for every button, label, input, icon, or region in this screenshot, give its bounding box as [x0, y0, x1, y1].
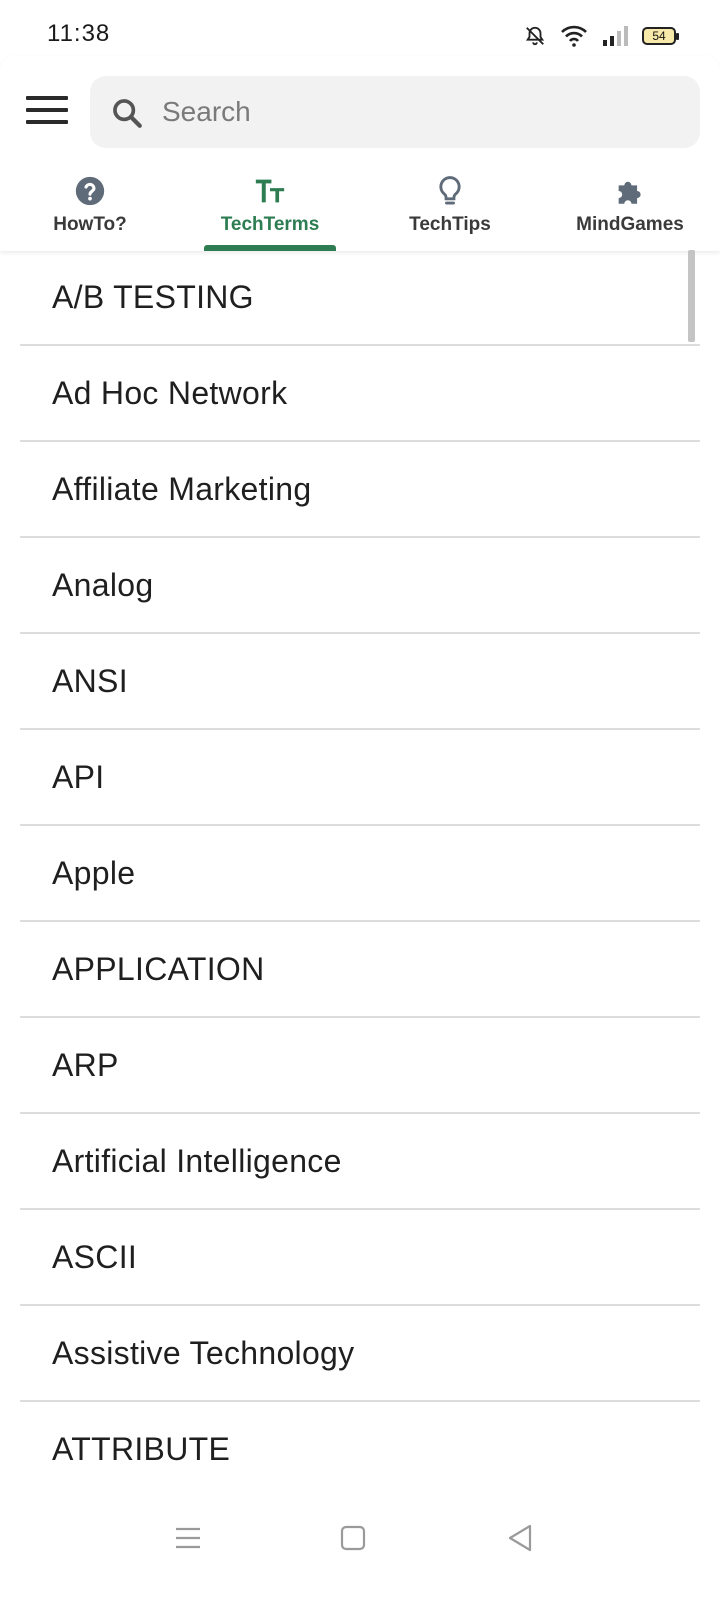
- tab-techterms[interactable]: TechTerms: [180, 166, 360, 251]
- term-list: A/B TESTING Ad Hoc Network Affiliate Mar…: [20, 250, 700, 1485]
- list-item[interactable]: Apple: [20, 826, 700, 922]
- status-time: 11:38: [47, 20, 111, 47]
- bell-off-icon: [525, 26, 545, 46]
- search-bar[interactable]: [90, 76, 700, 148]
- list-item[interactable]: Analog: [20, 538, 700, 634]
- list-item[interactable]: ARP: [20, 1018, 700, 1114]
- search-icon: [113, 99, 142, 128]
- list-item[interactable]: APPLICATION: [20, 922, 700, 1018]
- search-input[interactable]: [160, 90, 680, 134]
- signal-icon: [603, 26, 628, 46]
- tab-techtips[interactable]: TechTips: [360, 166, 540, 251]
- text-size-icon: [255, 179, 285, 203]
- lightbulb-icon: [439, 176, 461, 205]
- list-item[interactable]: API: [20, 730, 700, 826]
- status-icons: 54: [524, 22, 679, 50]
- list-item[interactable]: A/B TESTING: [20, 250, 700, 346]
- list-item[interactable]: ATTRIBUTE: [20, 1402, 700, 1485]
- scrollbar[interactable]: [688, 250, 695, 342]
- tab-howto[interactable]: HowTo?: [0, 166, 180, 251]
- tab-label: MindGames: [576, 214, 684, 235]
- list-item[interactable]: ASCII: [20, 1210, 700, 1306]
- hamburger-menu-icon[interactable]: [26, 96, 68, 128]
- list-item[interactable]: ANSI: [20, 634, 700, 730]
- question-circle-icon: [75, 176, 105, 206]
- recent-apps-icon[interactable]: [166, 1516, 210, 1560]
- puzzle-icon: [618, 181, 641, 204]
- tab-bar: HowTo? TechTerms TechTips MindGames: [0, 166, 720, 251]
- system-nav-bar: [0, 1490, 720, 1600]
- list-item[interactable]: Affiliate Marketing: [20, 442, 700, 538]
- tab-mindgames[interactable]: MindGames: [540, 166, 720, 251]
- tab-label: TechTerms: [220, 214, 320, 235]
- home-icon[interactable]: [331, 1516, 375, 1560]
- status-bar: 11:38 54: [0, 0, 720, 56]
- tab-label: TechTips: [409, 214, 491, 235]
- back-icon[interactable]: [498, 1516, 542, 1560]
- tab-label: HowTo?: [53, 214, 127, 235]
- list-item[interactable]: Artificial Intelligence: [20, 1114, 700, 1210]
- list-item[interactable]: Ad Hoc Network: [20, 346, 700, 442]
- app-header: HowTo? TechTerms TechTips MindGames: [0, 56, 720, 251]
- list-item[interactable]: Assistive Technology: [20, 1306, 700, 1402]
- battery-icon: 54: [642, 27, 679, 45]
- wifi-icon: [561, 25, 587, 47]
